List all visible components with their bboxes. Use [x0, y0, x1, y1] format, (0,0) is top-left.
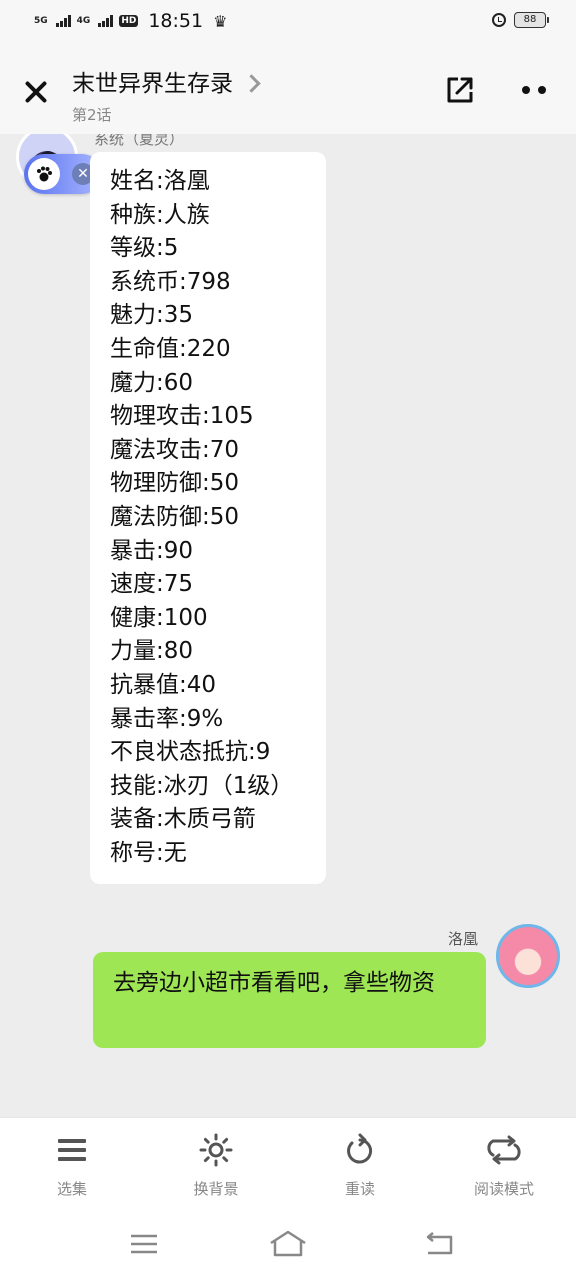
signal-icon: [98, 15, 114, 27]
stat-line: 速度:75: [110, 571, 194, 598]
stat-line: 技能:冰刃（1级）: [110, 772, 294, 799]
dot-icon: [538, 86, 546, 94]
share-icon: [447, 77, 473, 103]
system-message-bubble: 姓名:洛凰 种族:人族 等级:5 系统币:798 魅力:35 生命值:220 魔…: [90, 152, 326, 884]
stat-line: 暴击:90: [110, 537, 194, 564]
chevron-right-icon: [242, 73, 261, 93]
bottom-toolbar: 选集 换背景 重读 阅读模式: [0, 1117, 576, 1214]
loop-icon: [454, 1132, 554, 1168]
user-avatar[interactable]: [496, 924, 560, 988]
stat-line: 不良状态抵抗:9: [110, 739, 271, 766]
sun-icon: [166, 1132, 266, 1168]
hd-icon: HD: [119, 15, 139, 27]
stat-line: 装备:木质弓箭: [110, 806, 256, 833]
clock: 18:51: [148, 10, 204, 32]
stat-line: 物理攻击:105: [110, 403, 254, 430]
stat-line: 健康:100: [110, 604, 208, 631]
toolbar-label: 重读: [344, 1180, 375, 1198]
stat-line: 生命值:220: [110, 335, 231, 362]
recent-apps-button[interactable]: [126, 1229, 166, 1259]
page-title[interactable]: 末世异界生存录: [72, 64, 233, 98]
toolbar-label: 换背景: [193, 1180, 239, 1198]
stat-line: 力量:80: [110, 638, 194, 665]
signal-4g-label: 4G: [76, 16, 91, 26]
back-button[interactable]: [420, 1229, 460, 1259]
alarm-icon: [492, 13, 506, 27]
reading-mode-button[interactable]: 阅读模式: [454, 1132, 554, 1199]
dot-icon: [522, 86, 530, 94]
user-message-bubble: 去旁边小超市看看吧，拿些物资: [93, 952, 486, 1048]
user-name: 洛凰: [448, 930, 479, 948]
stat-line: 等级:5: [110, 235, 179, 262]
crown-icon: ♛: [213, 11, 228, 31]
episode-list-button[interactable]: 选集: [22, 1132, 122, 1199]
back-icon: [426, 1232, 453, 1255]
stat-line: 暴击率:9%: [110, 705, 224, 732]
toolbar-label: 选集: [56, 1180, 87, 1198]
signal-icon: [55, 15, 71, 27]
menu-icon: [131, 1234, 157, 1254]
user-message-text: 去旁边小超市看看吧，拿些物资: [113, 970, 435, 996]
more-button[interactable]: [522, 82, 552, 98]
reread-button[interactable]: 重读: [310, 1132, 410, 1199]
battery-icon: 88: [514, 12, 549, 28]
stat-line: 称号:无: [110, 839, 187, 866]
stat-line: 魔法攻击:70: [110, 436, 240, 463]
stat-line: 魔力:60: [110, 369, 194, 396]
paw-icon: [28, 158, 60, 190]
system-name: 系统（夏灵）: [94, 134, 185, 148]
stat-line: 姓名:洛凰: [110, 168, 210, 194]
chat-area[interactable]: 系统（夏灵） ✕ 姓名:洛凰 种族:人族 等级:5 系统币:798 魅力:35 …: [0, 134, 576, 1117]
toolbar-label: 阅读模式: [473, 1180, 534, 1198]
stat-line: 魔法防御:50: [110, 503, 240, 530]
signal-5g-label: 5G: [34, 16, 48, 26]
system-nav-bar: [0, 1213, 576, 1280]
share-button[interactable]: [444, 74, 476, 106]
stat-line: 魅力:35: [110, 302, 194, 329]
stat-line: 系统币:798: [110, 268, 231, 295]
refresh-icon: [310, 1132, 410, 1168]
change-background-button[interactable]: 换背景: [166, 1132, 266, 1199]
title-area[interactable]: 末世异界生存录 第2话: [72, 64, 261, 125]
status-bar: 5G 4G HD 18:51 ♛ 88: [0, 0, 576, 44]
list-icon: [22, 1132, 122, 1168]
stat-line: 物理防御:50: [110, 470, 240, 497]
episode-label: 第2话: [72, 106, 112, 124]
home-icon: [270, 1230, 306, 1257]
stat-line: 抗暴值:40: [110, 671, 217, 698]
stat-line: 种族:人族: [110, 201, 210, 228]
close-button[interactable]: [18, 74, 54, 110]
home-button[interactable]: [268, 1229, 308, 1259]
header: 末世异界生存录 第2话: [0, 44, 576, 134]
